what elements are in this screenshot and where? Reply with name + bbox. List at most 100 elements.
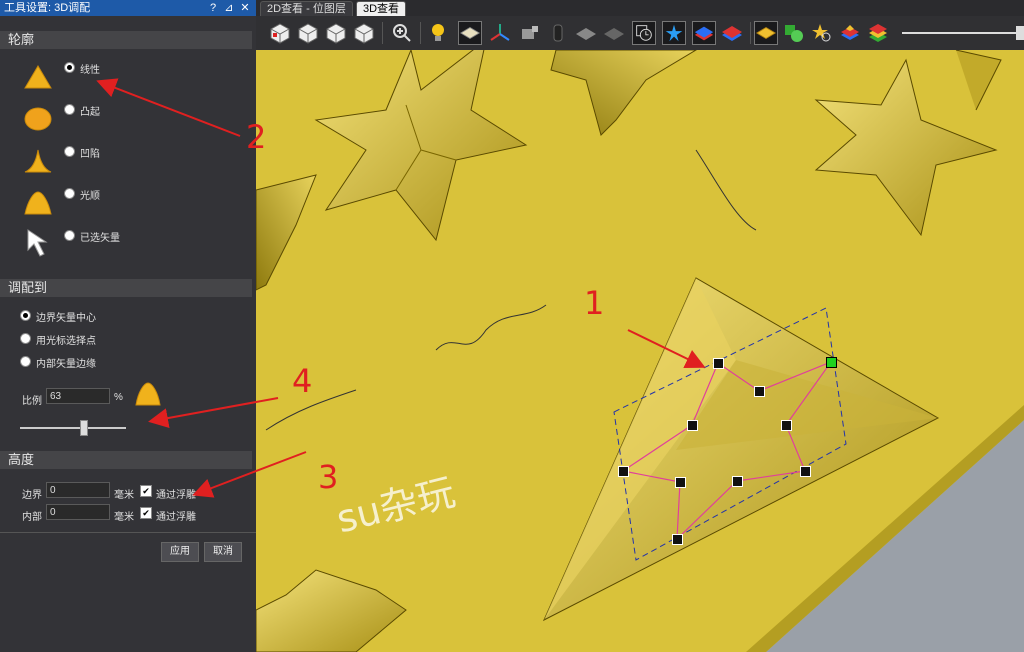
contour-option-label: 已选矢量 [80,233,120,244]
node-handle[interactable] [754,386,765,397]
star-top-middle [550,50,697,136]
pin-button[interactable]: ⊿ [222,0,236,16]
radio-boundary-center[interactable] [20,310,31,321]
concave-profile-icon [24,149,52,173]
relief-gold-icon[interactable] [754,21,778,45]
material-grey-icon[interactable] [574,21,598,45]
node-handle[interactable] [732,476,743,487]
scale-preview-icon [135,382,161,406]
view-slider-track[interactable] [902,32,1018,34]
cube-view-top-icon[interactable] [352,21,376,45]
layer-blue-icon[interactable] [692,21,716,45]
apply-button[interactable]: 应用 [161,542,199,562]
node-handle[interactable] [672,534,683,545]
block-icon[interactable] [518,21,542,45]
clock-icon[interactable] [632,21,656,45]
toolbar-separator [420,22,421,44]
cursor-arrow-icon [27,229,48,257]
pass-relief-label: 通过浮雕 [156,512,196,523]
annotation-label-2: 2 [246,118,267,156]
relief-layer-icon[interactable] [458,21,482,45]
radio-cursor-point[interactable] [20,333,31,344]
vector-curve [435,304,547,351]
annotation-label-1: 1 [584,284,605,322]
fit-option-label: 边界矢量中心 [36,313,96,324]
view-toolbar [256,16,1024,50]
cancel-button[interactable]: 取消 [204,542,242,562]
radio-inner-edge[interactable] [20,356,31,367]
green-shapes-icon[interactable] [782,21,806,45]
rainbow-layers-icon[interactable] [866,21,890,45]
node-handle[interactable] [687,420,698,431]
layer-red-icon[interactable] [720,21,744,45]
layers-color-icon[interactable] [838,21,862,45]
help-button[interactable]: ? [206,0,220,16]
view-tab-bar: 2D查看 - 位图层 3D查看 [256,0,1024,16]
contour-option-label: 凹陷 [80,149,100,160]
3d-viewport[interactable] [256,50,1024,652]
inner-unit: 毫米 [114,512,134,523]
pass-relief-label: 通过浮雕 [156,490,196,501]
node-handle[interactable] [618,466,629,477]
node-handle[interactable] [713,358,724,369]
annotation-label-4: 4 [292,362,313,400]
node-handle[interactable] [781,420,792,431]
boundary-pass-relief-checkbox[interactable]: ✔ [140,485,152,497]
view-slider-thumb[interactable] [1016,26,1024,40]
tab-3d-view[interactable]: 3D查看 [356,1,407,16]
start-node-handle[interactable] [826,357,837,368]
vector-curve [695,149,757,231]
light-bulb-icon[interactable] [426,21,450,45]
star-top-left [314,50,528,242]
section-fit-to: 调配到 [0,279,252,297]
zoom-icon[interactable] [390,21,414,45]
node-handle[interactable] [675,477,686,488]
contour-option-label: 光顺 [80,191,100,202]
tool-settings-panel: 工具设置: 3D调配 ? ⊿ ✕ 轮廓 线性 凸起 凹陷 光顺 已选矢量 调配到… [0,0,256,652]
radio-linear[interactable] [64,62,75,73]
cube-view-front-icon[interactable] [296,21,320,45]
cylinder-icon[interactable] [546,21,570,45]
scale-slider-track[interactable] [20,427,126,429]
section-contour: 轮廓 [0,31,252,49]
star-left-edge [256,174,317,291]
radio-smooth[interactable] [64,188,75,199]
cube-view-red-icon[interactable] [268,21,292,45]
material-dark-icon[interactable] [602,21,626,45]
contour-option-label: 线性 [80,65,100,76]
inner-pass-relief-checkbox[interactable]: ✔ [140,507,152,519]
fit-option-label: 内部矢量边缘 [36,359,96,370]
contour-option-label: 凸起 [80,107,100,118]
panel-title-bar: 工具设置: 3D调配 ? ⊿ ✕ [0,0,256,16]
fit-option-label: 用光标选择点 [36,336,96,347]
scale-slider-thumb[interactable] [79,420,88,436]
inner-height-input[interactable]: 0 [46,504,110,520]
boundary-height-input[interactable]: 0 [46,482,110,498]
relief-scene [256,50,1024,652]
close-button[interactable]: ✕ [238,0,252,16]
cube-view-side-icon[interactable] [324,21,348,45]
divider [0,532,256,533]
node-handle[interactable] [800,466,811,477]
toolbar-separator [382,22,383,44]
star-fill-icon[interactable] [662,21,686,45]
tab-2d-view[interactable]: 2D查看 - 位图层 [260,1,353,16]
toolbar-separator [750,22,751,44]
boundary-unit: 毫米 [114,490,134,501]
scale-unit: % [114,392,123,403]
radio-convex[interactable] [64,104,75,115]
radio-concave[interactable] [64,146,75,157]
section-height: 高度 [0,451,252,469]
smooth-profile-icon [24,191,52,215]
star-top-right [814,50,1002,237]
scale-label: 比例 [22,396,42,407]
axes-icon[interactable] [488,21,512,45]
panel-title: 工具设置: 3D调配 [4,2,91,14]
radio-selected-vector[interactable] [64,230,75,241]
linear-profile-icon [24,65,52,89]
scale-input[interactable]: 63 [46,388,110,404]
star-bottom-left [256,569,407,652]
convex-profile-icon [24,107,52,131]
star-search-icon[interactable] [810,21,834,45]
inner-label: 内部 [22,512,42,523]
